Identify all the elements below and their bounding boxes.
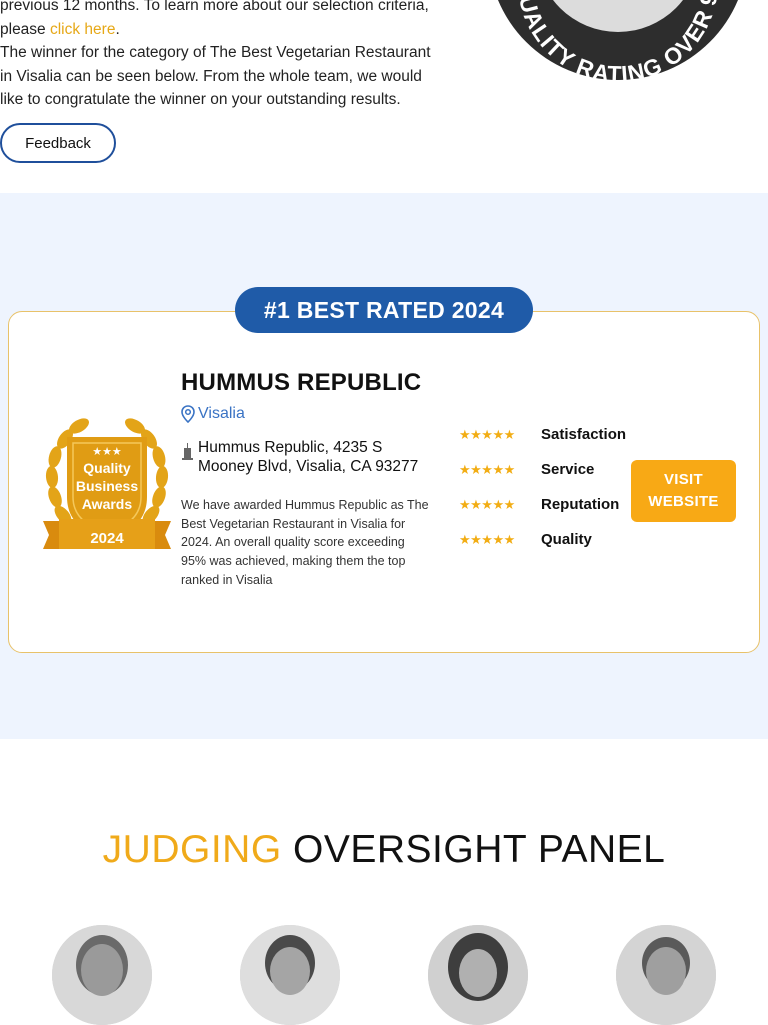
avatar xyxy=(428,925,528,1025)
judge-photo-3 xyxy=(428,925,528,1025)
address-line-2: Mooney Blvd, Visalia, CA 93277 xyxy=(198,458,419,475)
judges-avatars xyxy=(0,925,768,1025)
panel-title-accent: JUDGING xyxy=(102,828,282,871)
badge-year: 2024 xyxy=(90,530,124,547)
visit-label-line-2: WEBSITE xyxy=(648,493,719,510)
judge-photo-2 xyxy=(240,925,340,1025)
business-name: HUMMUS REPUBLIC xyxy=(181,369,422,396)
service-stars-icon: ★★★★★ xyxy=(459,461,515,477)
judging-panel-title: JUDGING OVERSIGHT PANEL xyxy=(0,828,768,872)
reputation-stars-icon: ★★★★★ xyxy=(459,496,515,512)
panel-title-rest: OVERSIGHT PANEL xyxy=(293,828,666,871)
selection-criteria-link[interactable]: click here xyxy=(50,21,115,38)
badge-line-3: Awards xyxy=(82,496,133,512)
judge-photo-1 xyxy=(52,925,152,1025)
intro-line-2-prefix: please xyxy=(0,20,50,38)
building-icon xyxy=(182,443,193,460)
badge-line-2: Business xyxy=(76,478,138,494)
rating-row-reputation: ★★★★★ Reputation xyxy=(459,487,626,522)
quality-seal-graphic: QUALITY RATING OVER 95 xyxy=(498,0,738,82)
satisfaction-stars-icon: ★★★★★ xyxy=(459,426,515,442)
badge-stars: ★★★ xyxy=(92,446,122,458)
avatar xyxy=(240,925,340,1025)
quality-stars-icon: ★★★★★ xyxy=(459,531,515,547)
map-pin-icon xyxy=(181,405,195,423)
rating-label-service: Service xyxy=(541,461,595,478)
address-line-1: Hummus Republic, 4235 S xyxy=(198,439,383,456)
rating-label-satisfaction: Satisfaction xyxy=(541,426,627,443)
judge-photo-4 xyxy=(616,925,716,1025)
address-lines: Hummus Republic, 4235 S Mooney Blvd, Vis… xyxy=(198,438,418,476)
visit-website-button[interactable]: VISIT WEBSITE xyxy=(631,460,736,522)
intro-line-2: please click here. xyxy=(0,18,440,42)
avatar xyxy=(52,925,152,1025)
rating-row-satisfaction: ★★★★★ Satisfaction xyxy=(459,417,626,452)
badge-line-1: Quality xyxy=(83,460,131,476)
rating-label-quality: Quality xyxy=(541,531,592,548)
business-location: Visalia xyxy=(181,405,245,423)
city-name: Visalia xyxy=(198,405,245,422)
avatar xyxy=(616,925,716,1025)
quality-business-award-badge: ★★★ Quality Business Awards 2024 xyxy=(39,417,175,557)
rating-label-reputation: Reputation xyxy=(541,496,620,513)
ratings-list: ★★★★★ Satisfaction ★★★★★ Service ★★★★★ R… xyxy=(459,417,626,557)
intro-line-1: previous 12 months. To learn more about … xyxy=(0,0,429,14)
business-address: Hummus Republic, 4235 S Mooney Blvd, Vis… xyxy=(181,438,418,476)
feedback-button[interactable]: Feedback xyxy=(0,123,116,163)
award-badge-graphic: ★★★ Quality Business Awards 2024 xyxy=(43,418,171,549)
winner-paragraph: The winner for the category of The Best … xyxy=(0,44,431,108)
award-description: We have awarded Hummus Republic as The B… xyxy=(181,498,429,587)
intro-line-2-suffix: . xyxy=(115,20,120,38)
intro-text: previous 12 months. To learn more about … xyxy=(0,0,440,112)
rating-row-service: ★★★★★ Service xyxy=(459,452,626,487)
award-section: #1 BEST RATED 2024 ★★★ Quality Business … xyxy=(0,193,768,739)
visit-label-line-1: VISIT xyxy=(663,471,703,488)
quality-seal: QUALITY RATING OVER 95 xyxy=(488,0,748,82)
award-card: ★★★ Quality Business Awards 2024 HUMMUS … xyxy=(8,311,760,653)
best-rated-banner: #1 BEST RATED 2024 xyxy=(235,287,533,333)
rating-row-quality: ★★★★★ Quality xyxy=(459,522,626,557)
